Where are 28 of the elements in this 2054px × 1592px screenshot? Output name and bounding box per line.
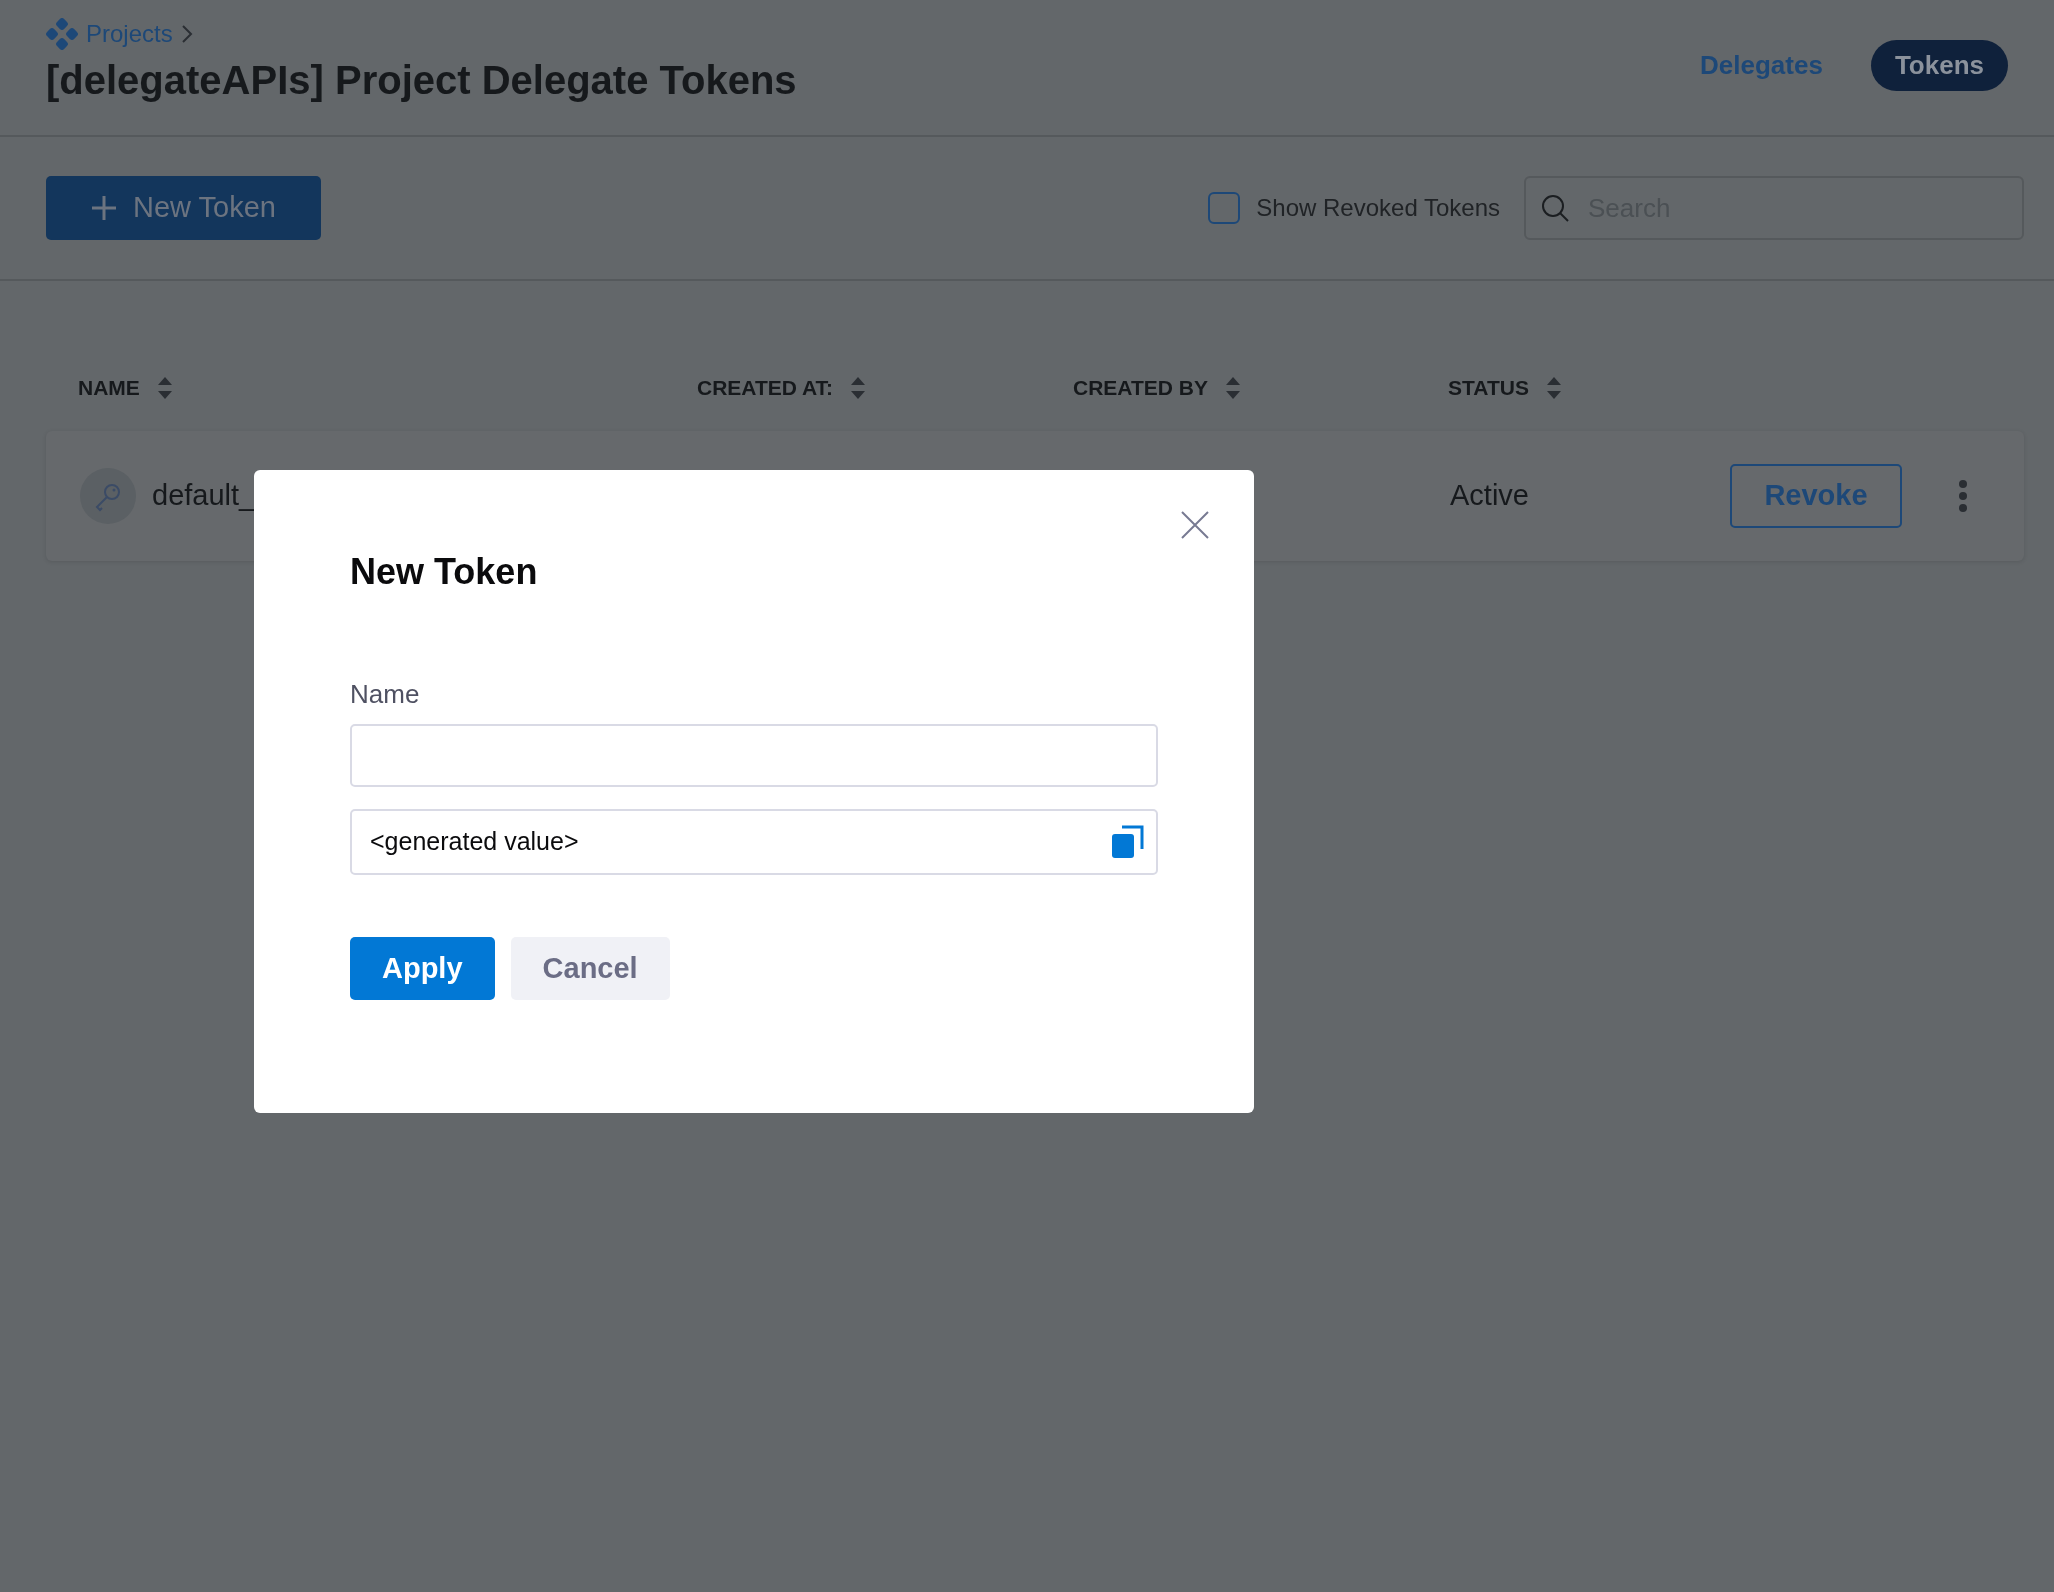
page-title: [delegateAPIs] Project Delegate Tokens <box>46 57 797 104</box>
cancel-button[interactable]: Cancel <box>510 937 670 1001</box>
token-name: default_ <box>152 478 256 514</box>
sort-icon[interactable] <box>157 377 172 399</box>
search-icon <box>1540 193 1570 223</box>
more-options-icon[interactable] <box>1958 479 1968 513</box>
close-icon[interactable] <box>1180 510 1210 540</box>
chevron-icon <box>180 24 193 44</box>
apply-button[interactable]: Apply <box>350 937 495 1001</box>
token-field[interactable]: <generated value> <box>350 809 1158 876</box>
column-header: CREATED AT: <box>697 372 866 404</box>
status-text: Active <box>1450 479 1529 512</box>
field-label: Name <box>350 678 421 712</box>
copy-icon[interactable] <box>1110 824 1146 861</box>
dialog-title: New Token <box>350 550 539 594</box>
column-header: NAME <box>78 372 172 404</box>
column-header: STATUS <box>1448 372 1561 404</box>
sort-icon[interactable] <box>1225 377 1240 399</box>
checkbox[interactable] <box>1208 192 1241 224</box>
new-token-button[interactable]: New Token <box>46 176 321 240</box>
logo-icon <box>46 18 78 50</box>
checkbox-label: Show Revoked Tokens <box>1256 193 1500 223</box>
plus-icon <box>91 195 118 221</box>
sort-icon[interactable] <box>1546 377 1561 399</box>
name-input-field[interactable] <box>350 724 1158 788</box>
column-header: CREATED BY <box>1073 372 1240 404</box>
sort-icon[interactable] <box>851 377 866 399</box>
tab[interactable]: Tokens <box>1870 40 2008 91</box>
